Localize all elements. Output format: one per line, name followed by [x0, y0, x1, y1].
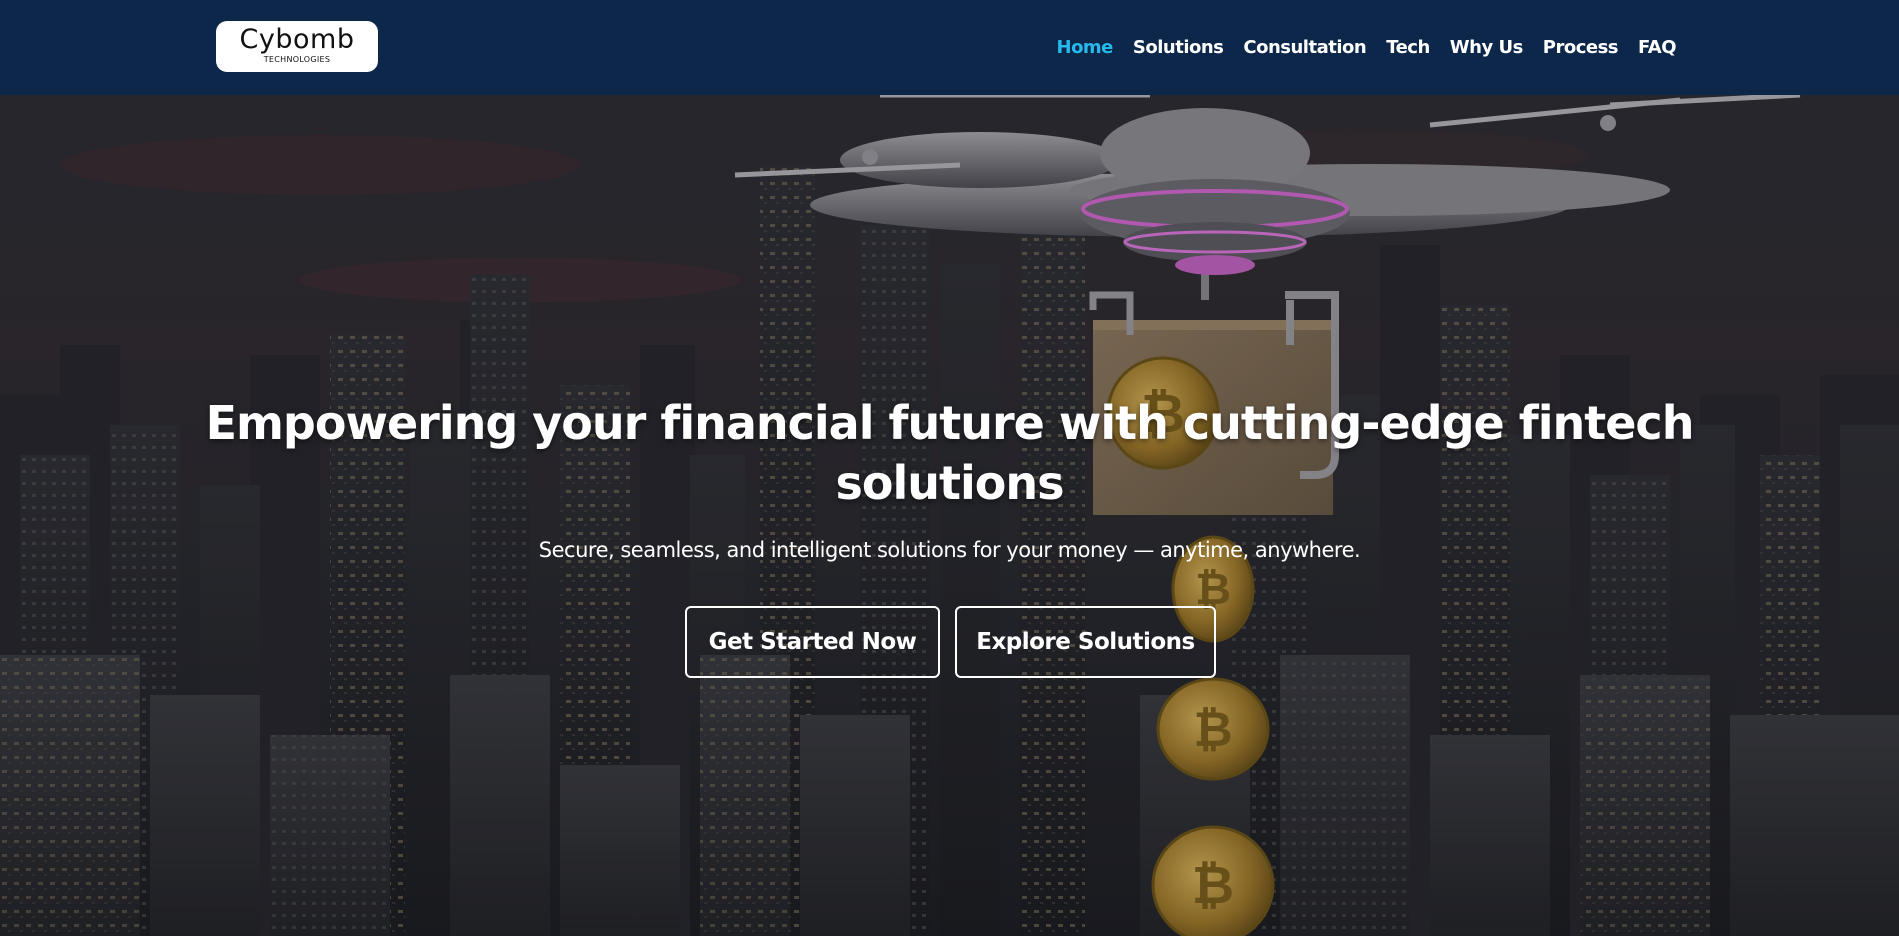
hero-dark-overlay — [0, 95, 1899, 936]
nav-item-process[interactable]: Process — [1543, 36, 1619, 60]
brand-logo[interactable]: Cybomb TECHNOLOGIES — [216, 21, 378, 72]
hero-section: ₿ ₿ ₿ ₿ Empowering your financial future… — [0, 95, 1899, 936]
nav-item-why-us[interactable]: Why Us — [1450, 36, 1524, 60]
brand-tagline: TECHNOLOGIES — [263, 55, 331, 64]
get-started-button[interactable]: Get Started Now — [685, 606, 940, 678]
nav-item-solutions[interactable]: Solutions — [1133, 36, 1224, 60]
nav-item-consultation[interactable]: Consultation — [1243, 36, 1366, 60]
nav-item-home[interactable]: Home — [1057, 36, 1114, 60]
nav-item-faq[interactable]: FAQ — [1638, 36, 1676, 60]
explore-solutions-button[interactable]: Explore Solutions — [955, 606, 1216, 678]
nav-item-tech[interactable]: Tech — [1386, 36, 1430, 60]
hero-title: Empowering your financial future with cu… — [205, 396, 1695, 510]
main-nav: Home Solutions Consultation Tech Why Us … — [1057, 36, 1677, 60]
hero-subtitle: Secure, seamless, and intelligent soluti… — [538, 538, 1361, 562]
brand-name: Cybomb — [239, 24, 355, 55]
navbar: Cybomb TECHNOLOGIES Home Solutions Consu… — [0, 0, 1899, 95]
